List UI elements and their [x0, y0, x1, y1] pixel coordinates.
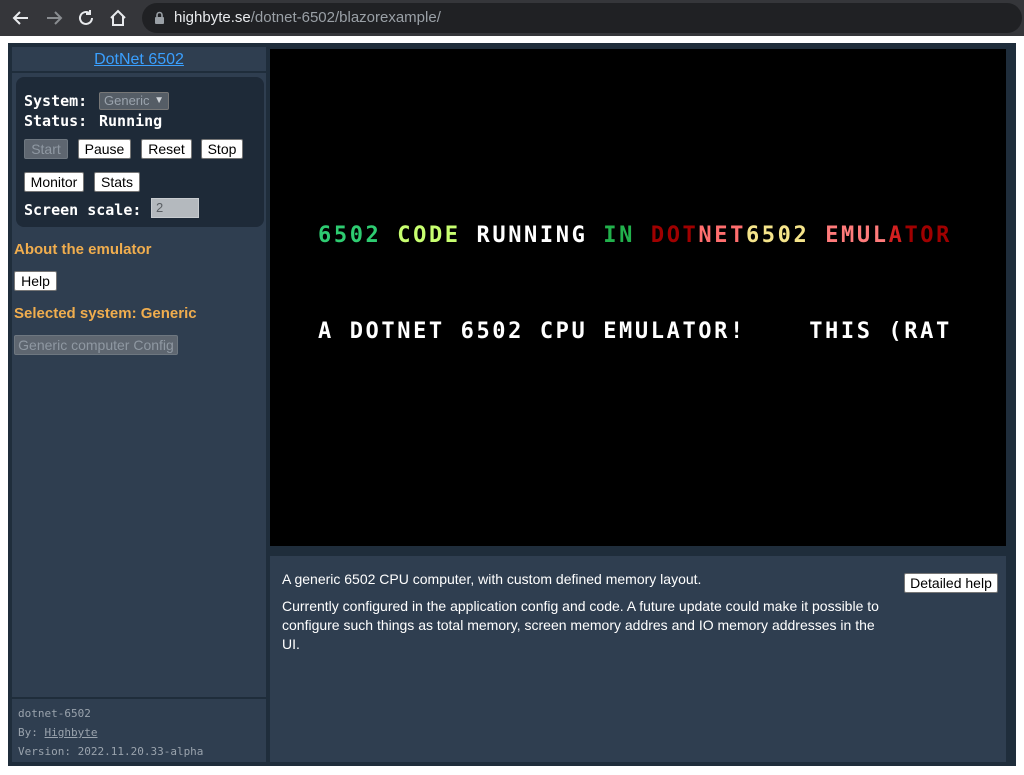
screen-text-segment: 6502	[745, 223, 810, 248]
system-info-panel: A generic 6502 CPU computer, with custom…	[270, 556, 1006, 762]
sidebar-footer: dotnet-6502 By: Highbyte Version: 2022.1…	[12, 697, 266, 762]
screen-text-segment: DOT	[650, 223, 699, 248]
by-label: By:	[18, 726, 38, 739]
system-label: System:	[24, 92, 88, 110]
author-line: By: Highbyte	[18, 726, 97, 739]
emulator-control-panel: System: Generic ▼ Status: Running Start …	[16, 77, 264, 227]
emulator-screen[interactable]: 6502 CODE RUNNING IN DOTNET6502 EMULATOR…	[270, 49, 1006, 546]
start-button[interactable]: Start	[24, 139, 68, 159]
stats-button[interactable]: Stats	[94, 172, 140, 192]
selected-system-heading: Selected system: Generic	[14, 305, 197, 322]
url-text[interactable]: highbyte.se/dotnet-6502/blazorexample/	[174, 9, 441, 26]
version-text: Version: 2022.11.20.33-alpha	[18, 745, 204, 758]
about-heading: About the emulator	[14, 241, 152, 258]
config-note: Currently configured in the application …	[282, 598, 879, 652]
screen-text-segment: TOR	[904, 223, 952, 248]
screen-line-1: 6502 CODE RUNNING IN DOTNET6502 EMULATOR	[318, 223, 952, 248]
screen-scale-input[interactable]: 2	[151, 198, 199, 218]
system-select-value: Generic	[104, 93, 150, 108]
detailed-help-button[interactable]: Detailed help	[904, 573, 998, 593]
app-frame: DotNet 6502 System: Generic ▼ Status: Ru…	[8, 43, 1016, 766]
screen-text-segment: A	[888, 223, 905, 248]
screen-text-segment	[809, 223, 825, 248]
reload-icon[interactable]	[74, 6, 98, 30]
help-button[interactable]: Help	[14, 271, 57, 291]
project-link[interactable]: dotnet-6502	[18, 707, 91, 720]
forward-icon[interactable]	[42, 6, 66, 30]
screen-text-segment	[587, 223, 603, 248]
screen-text-segment: IN	[603, 223, 635, 248]
system-description: A generic 6502 CPU computer, with custom…	[282, 571, 702, 587]
generic-config-button[interactable]: Generic computer Config	[14, 335, 178, 355]
pause-button[interactable]: Pause	[78, 139, 131, 159]
app-title-link[interactable]: DotNet 6502	[94, 51, 184, 68]
url-host: highbyte.se	[174, 9, 251, 26]
status-label: Status:	[24, 112, 88, 130]
screen-text-segment: EMUL	[825, 223, 889, 248]
stop-button[interactable]: Stop	[201, 139, 243, 159]
browser-toolbar: highbyte.se/dotnet-6502/blazorexample/	[0, 0, 1024, 36]
monitor-button[interactable]: Monitor	[24, 172, 84, 192]
address-bar[interactable]: highbyte.se/dotnet-6502/blazorexample/	[142, 3, 1022, 33]
screen-scale-label: Screen scale:	[24, 201, 142, 219]
sidebar: DotNet 6502 System: Generic ▼ Status: Ru…	[12, 47, 266, 762]
screen-text-segment	[461, 223, 477, 248]
screen-text-segment: CODE	[397, 223, 461, 248]
screen-text-segment: RUNNING	[476, 223, 588, 248]
screen-line-2: A DOTNET 6502 CPU EMULATOR! THIS (RAT	[318, 319, 952, 344]
reset-button[interactable]: Reset	[141, 139, 192, 159]
sidebar-header: DotNet 6502	[12, 47, 266, 73]
home-icon[interactable]	[106, 6, 130, 30]
back-icon[interactable]	[9, 6, 33, 30]
status-value: Running	[99, 112, 163, 130]
screen-text-segment: 6502	[318, 223, 382, 248]
screen-text-segment	[381, 223, 397, 248]
url-path: /dotnet-6502/blazorexample/	[250, 9, 441, 26]
chevron-down-icon: ▼	[154, 95, 164, 106]
lock-icon[interactable]	[154, 11, 165, 29]
screen-text-segment: NET	[698, 223, 746, 248]
screen-text-segment	[635, 223, 651, 248]
system-select[interactable]: Generic ▼	[99, 92, 169, 110]
author-link[interactable]: Highbyte	[45, 726, 98, 739]
